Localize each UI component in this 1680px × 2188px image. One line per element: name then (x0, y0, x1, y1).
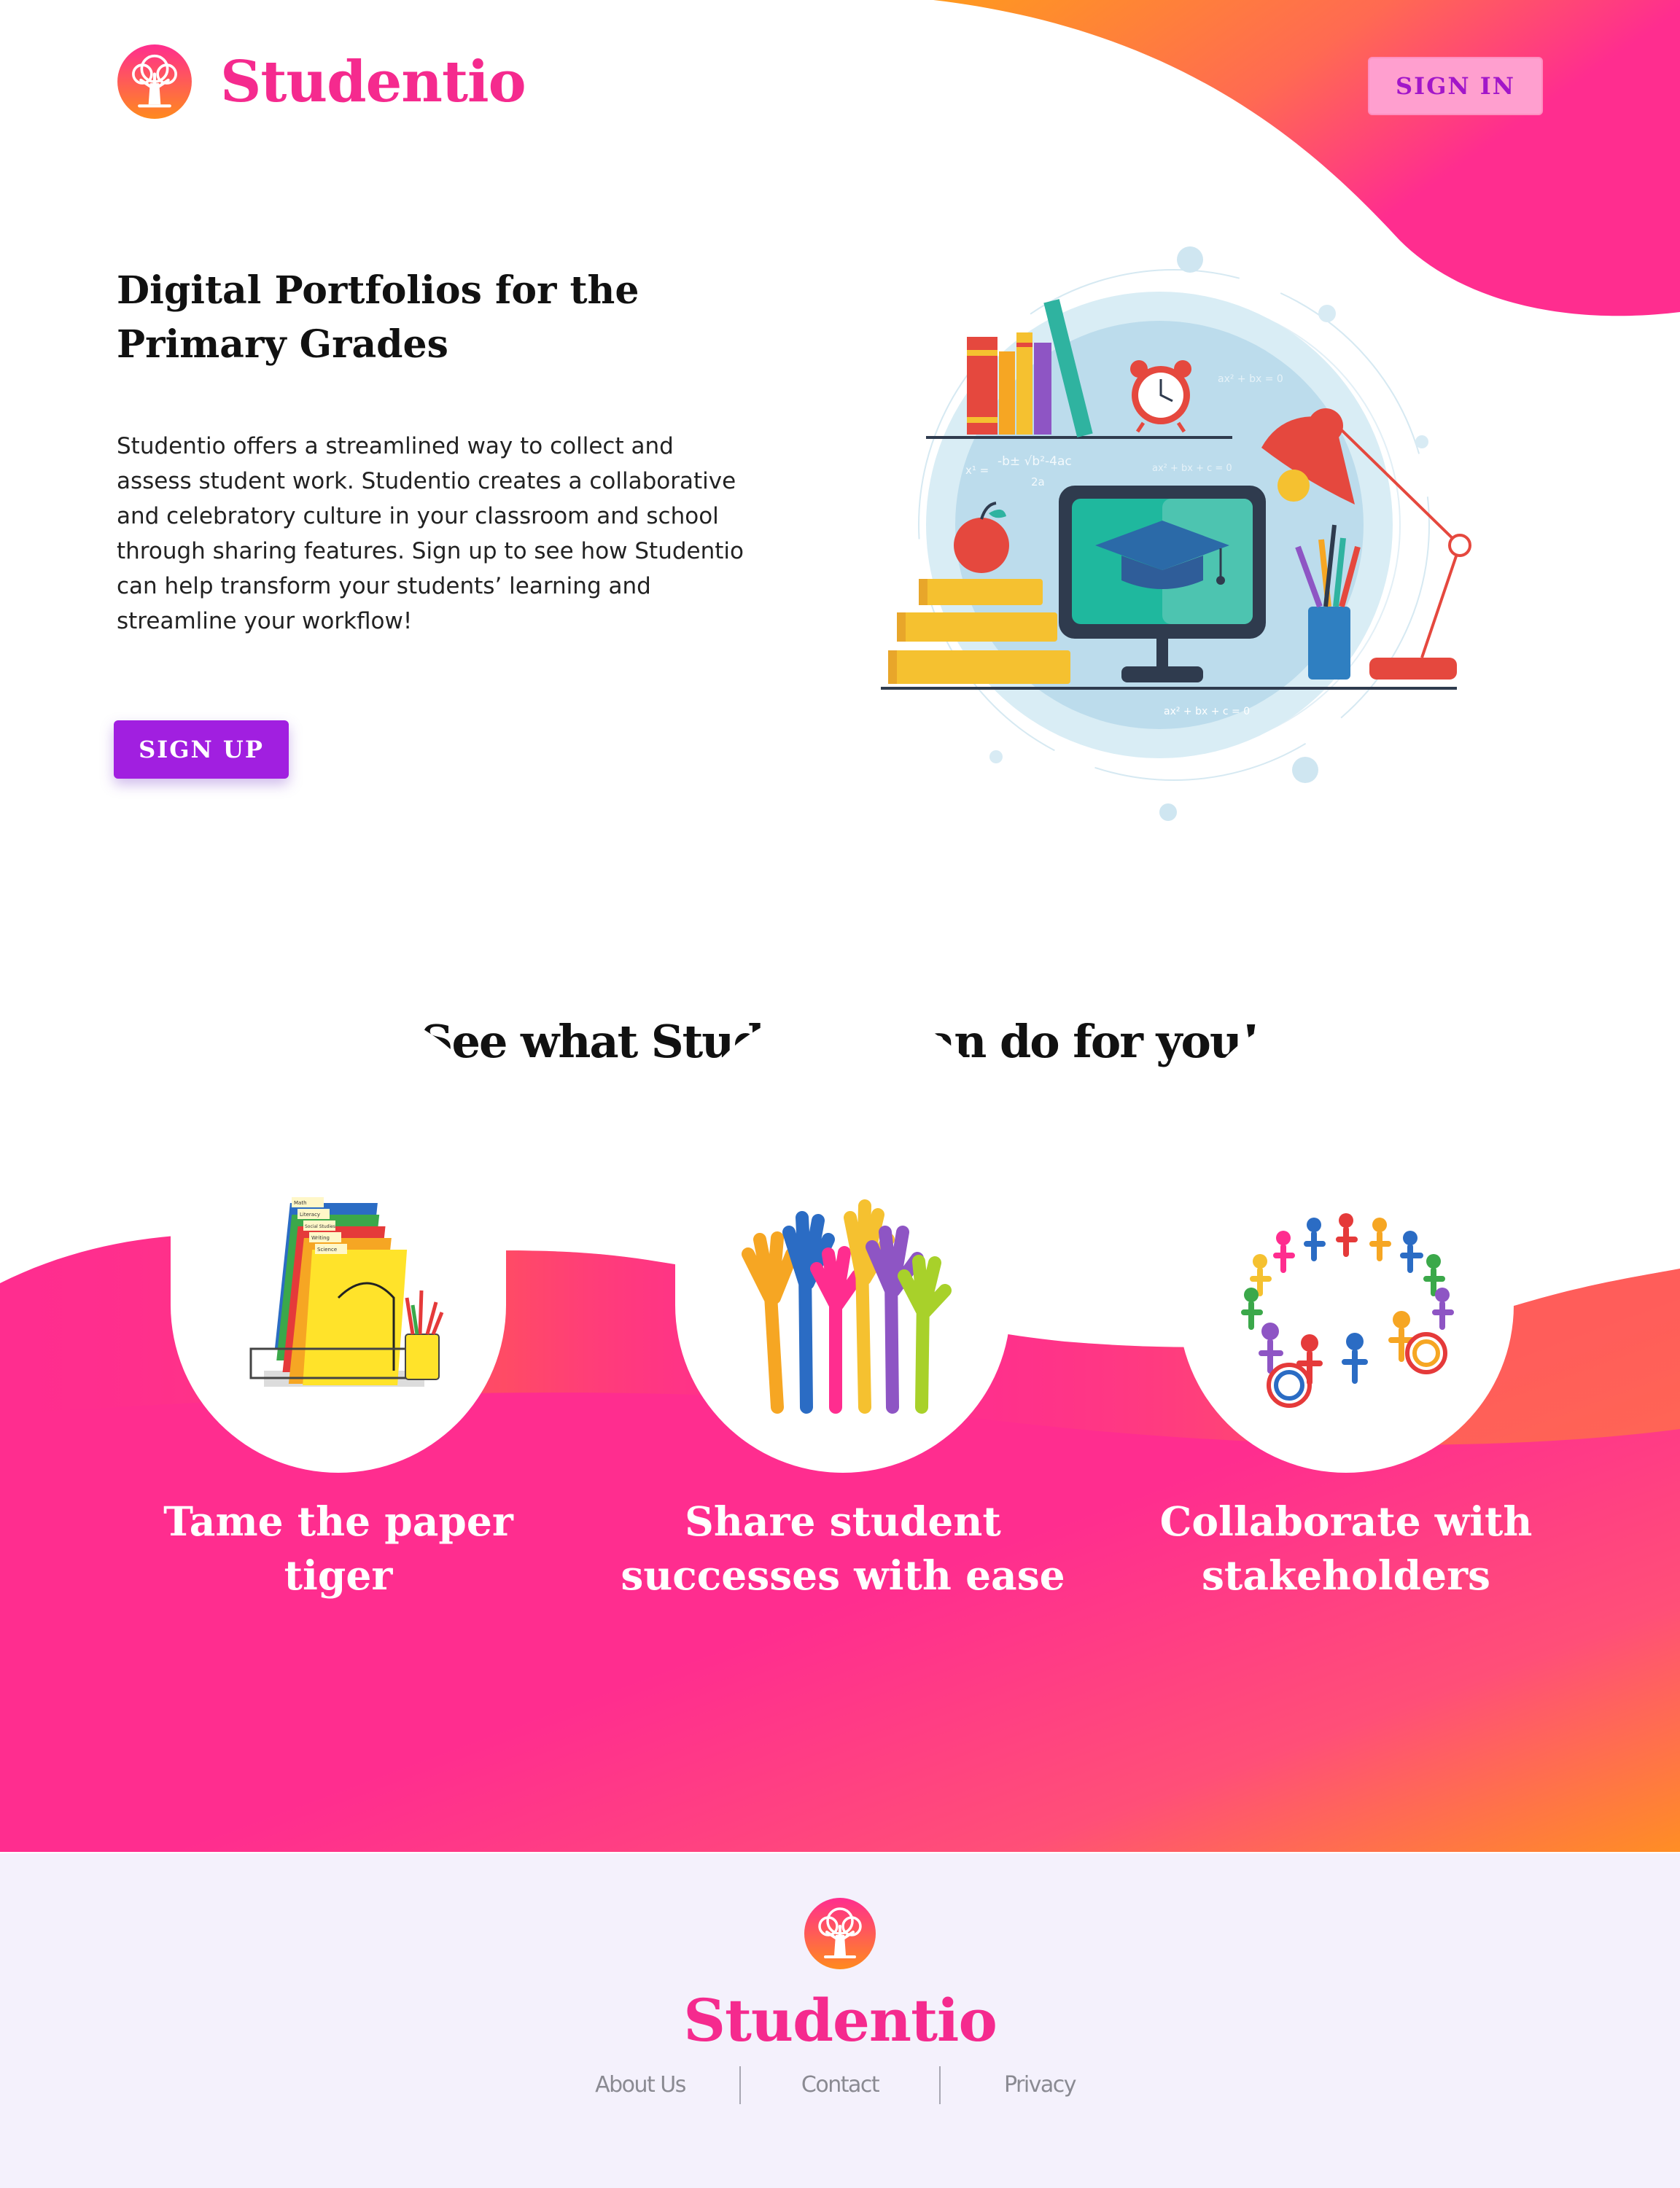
feature-title-line: successes with ease (621, 1552, 1065, 1599)
formula-text-5: ax² + bx + c = 0 (1164, 706, 1250, 717)
folder-tab-writing: Writing (311, 1235, 330, 1241)
classroom-illustration: ax² + bx = 0 -b± √b²-4ac 2a ax² + bx + c… (881, 246, 1471, 821)
brand-name: Studentio (220, 48, 526, 115)
feature-title-line: Tame the paper (163, 1498, 513, 1545)
footer-link-privacy[interactable]: Privacy (941, 2066, 1139, 2104)
hero-title-line-2: Primary Grades (117, 322, 448, 367)
footer-nav: About Us Contact Privacy (0, 2066, 1680, 2104)
formula-text-3: 2a (1031, 475, 1045, 488)
hero-title: Digital Portfolios for the Primary Grade… (117, 264, 671, 372)
feature-title-line: Share student (685, 1498, 1001, 1545)
folder-tab-math: Math (294, 1200, 307, 1206)
brand-logo[interactable]: Studentio (117, 44, 526, 120)
footer-tree-logo-icon[interactable] (804, 1897, 876, 1970)
feature-title-collaborate: Collaborate with stakeholders (1113, 1495, 1579, 1603)
feature-title-line: stakeholders (1201, 1552, 1491, 1599)
footer-brand-name: Studentio (683, 1986, 998, 2055)
file-organizer-icon: Math Literacy Social Studies Writing Sci… (249, 1197, 444, 1387)
feature-title-paper: Tame the paper tiger (105, 1495, 572, 1603)
raised-hands-icon (742, 1199, 952, 1414)
sign-up-button[interactable]: SIGN UP (114, 720, 289, 779)
feature-title-share: Share student successes with ease (610, 1495, 1076, 1603)
site-footer: Studentio About Us Contact Privacy (0, 1853, 1680, 2188)
folder-tab-social-studies: Social Studies (305, 1224, 335, 1229)
site-header: Studentio SIGN IN (0, 0, 1680, 168)
tree-logo-icon (117, 44, 192, 119)
footer-link-about-us[interactable]: About Us (541, 2066, 739, 2104)
folder-tab-science: Science (317, 1247, 337, 1253)
footer-link-contact[interactable]: Contact (741, 2066, 939, 2104)
hero-title-line-1: Digital Portfolios for the (117, 268, 639, 313)
formula-text-2: -b± √b²-4ac (998, 454, 1072, 469)
formula-text-6: x¹ = (965, 464, 989, 477)
formula-text-4: ax² + bx + c = 0 (1152, 463, 1232, 474)
sign-in-button[interactable]: SIGN IN (1368, 57, 1543, 115)
folder-tab-literacy: Literacy (300, 1212, 320, 1218)
feature-title-line: Collaborate with (1159, 1498, 1533, 1545)
people-circle-icon (1241, 1213, 1454, 1408)
hero-description: Studentio offers a streamlined way to co… (117, 433, 744, 634)
formula-text-1: ax² + bx = 0 (1218, 373, 1283, 385)
feature-title-line: tiger (284, 1552, 393, 1599)
